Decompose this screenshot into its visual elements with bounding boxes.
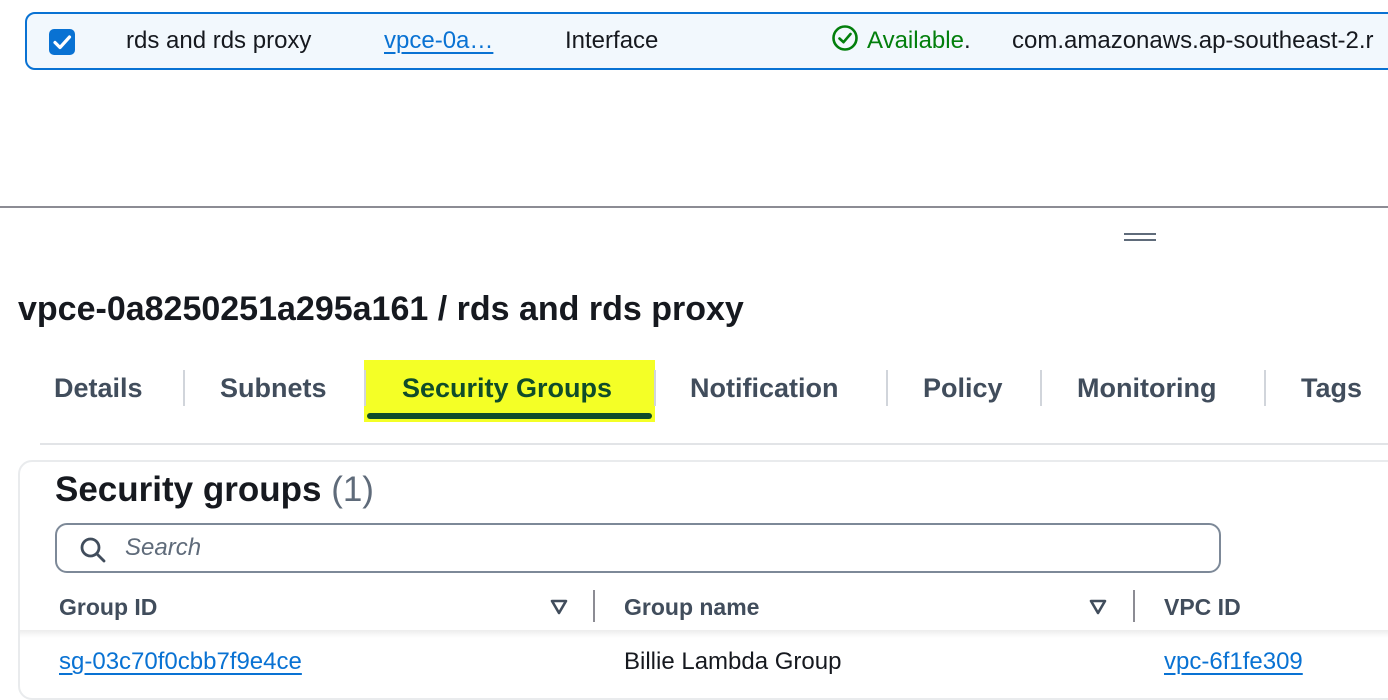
detail-panel-title: vpce-0a8250251a295a161 / rds and rds pro… <box>18 290 744 328</box>
column-resizer[interactable] <box>1133 590 1135 622</box>
tab-separator <box>364 370 366 406</box>
sort-caret-down-icon[interactable] <box>549 598 569 616</box>
selected-endpoint-row[interactable]: rds and rds proxy vpce-0a… Interface Ava… <box>25 12 1388 70</box>
group-name: Billie Lambda Group <box>624 648 842 675</box>
search-icon <box>80 537 106 563</box>
endpoint-id-link[interactable]: vpce-0a… <box>384 14 493 68</box>
sort-caret-down-icon[interactable] <box>1088 598 1108 616</box>
tab-details[interactable]: Details <box>54 358 143 420</box>
security-groups-title: Security groups <box>55 470 322 509</box>
split-panel-divider <box>0 206 1388 208</box>
endpoint-service-name: com.amazonaws.ap-southeast-2.r <box>1012 27 1374 54</box>
checkbox-checked-icon <box>53 35 72 50</box>
tab-separator <box>183 370 185 406</box>
security-groups-search[interactable] <box>55 523 1221 573</box>
tab-separator <box>654 370 656 406</box>
endpoint-name: rds and rds proxy <box>126 27 312 54</box>
table-header-shadow <box>20 630 1388 638</box>
tab-policy[interactable]: Policy <box>923 358 1003 420</box>
tab-monitoring[interactable]: Monitoring <box>1077 358 1216 420</box>
tab-notification[interactable]: Notification <box>690 358 839 420</box>
search-input[interactable] <box>123 525 1203 571</box>
column-header-group-name[interactable]: Group name <box>624 590 759 624</box>
column-resizer[interactable] <box>593 590 595 622</box>
column-header-group-id[interactable]: Group ID <box>59 590 157 624</box>
tab-security-groups[interactable]: Security Groups <box>402 358 612 420</box>
endpoint-type: Interface <box>565 27 659 54</box>
tab-tags[interactable]: Tags <box>1301 358 1362 420</box>
column-header-vpc-id[interactable]: VPC ID <box>1164 590 1241 624</box>
endpoint-status: Available. <box>831 14 971 68</box>
active-tab-indicator <box>367 413 652 419</box>
group-id-link[interactable]: sg-03c70f0cbb7f9e4ce <box>59 645 302 679</box>
tabs-divider <box>40 443 1388 445</box>
security-groups-count: (1) <box>331 470 374 509</box>
tab-separator <box>886 370 888 406</box>
detail-tabs: Details Subnets Security Groups Notifica… <box>18 358 1388 420</box>
endpoint-status-label: Available <box>867 27 964 54</box>
drag-handle-icon[interactable] <box>1124 230 1156 244</box>
tab-separator <box>1264 370 1266 406</box>
row-checkbox[interactable] <box>49 29 75 55</box>
tab-subnets[interactable]: Subnets <box>220 358 327 420</box>
endpoint-status-suffix: . <box>963 27 971 54</box>
security-groups-heading: Security groups (1) <box>55 470 374 510</box>
tab-separator <box>1040 370 1042 406</box>
status-check-circle-icon <box>832 25 858 51</box>
vpc-id-link[interactable]: vpc-6f1fe309 <box>1164 645 1303 679</box>
